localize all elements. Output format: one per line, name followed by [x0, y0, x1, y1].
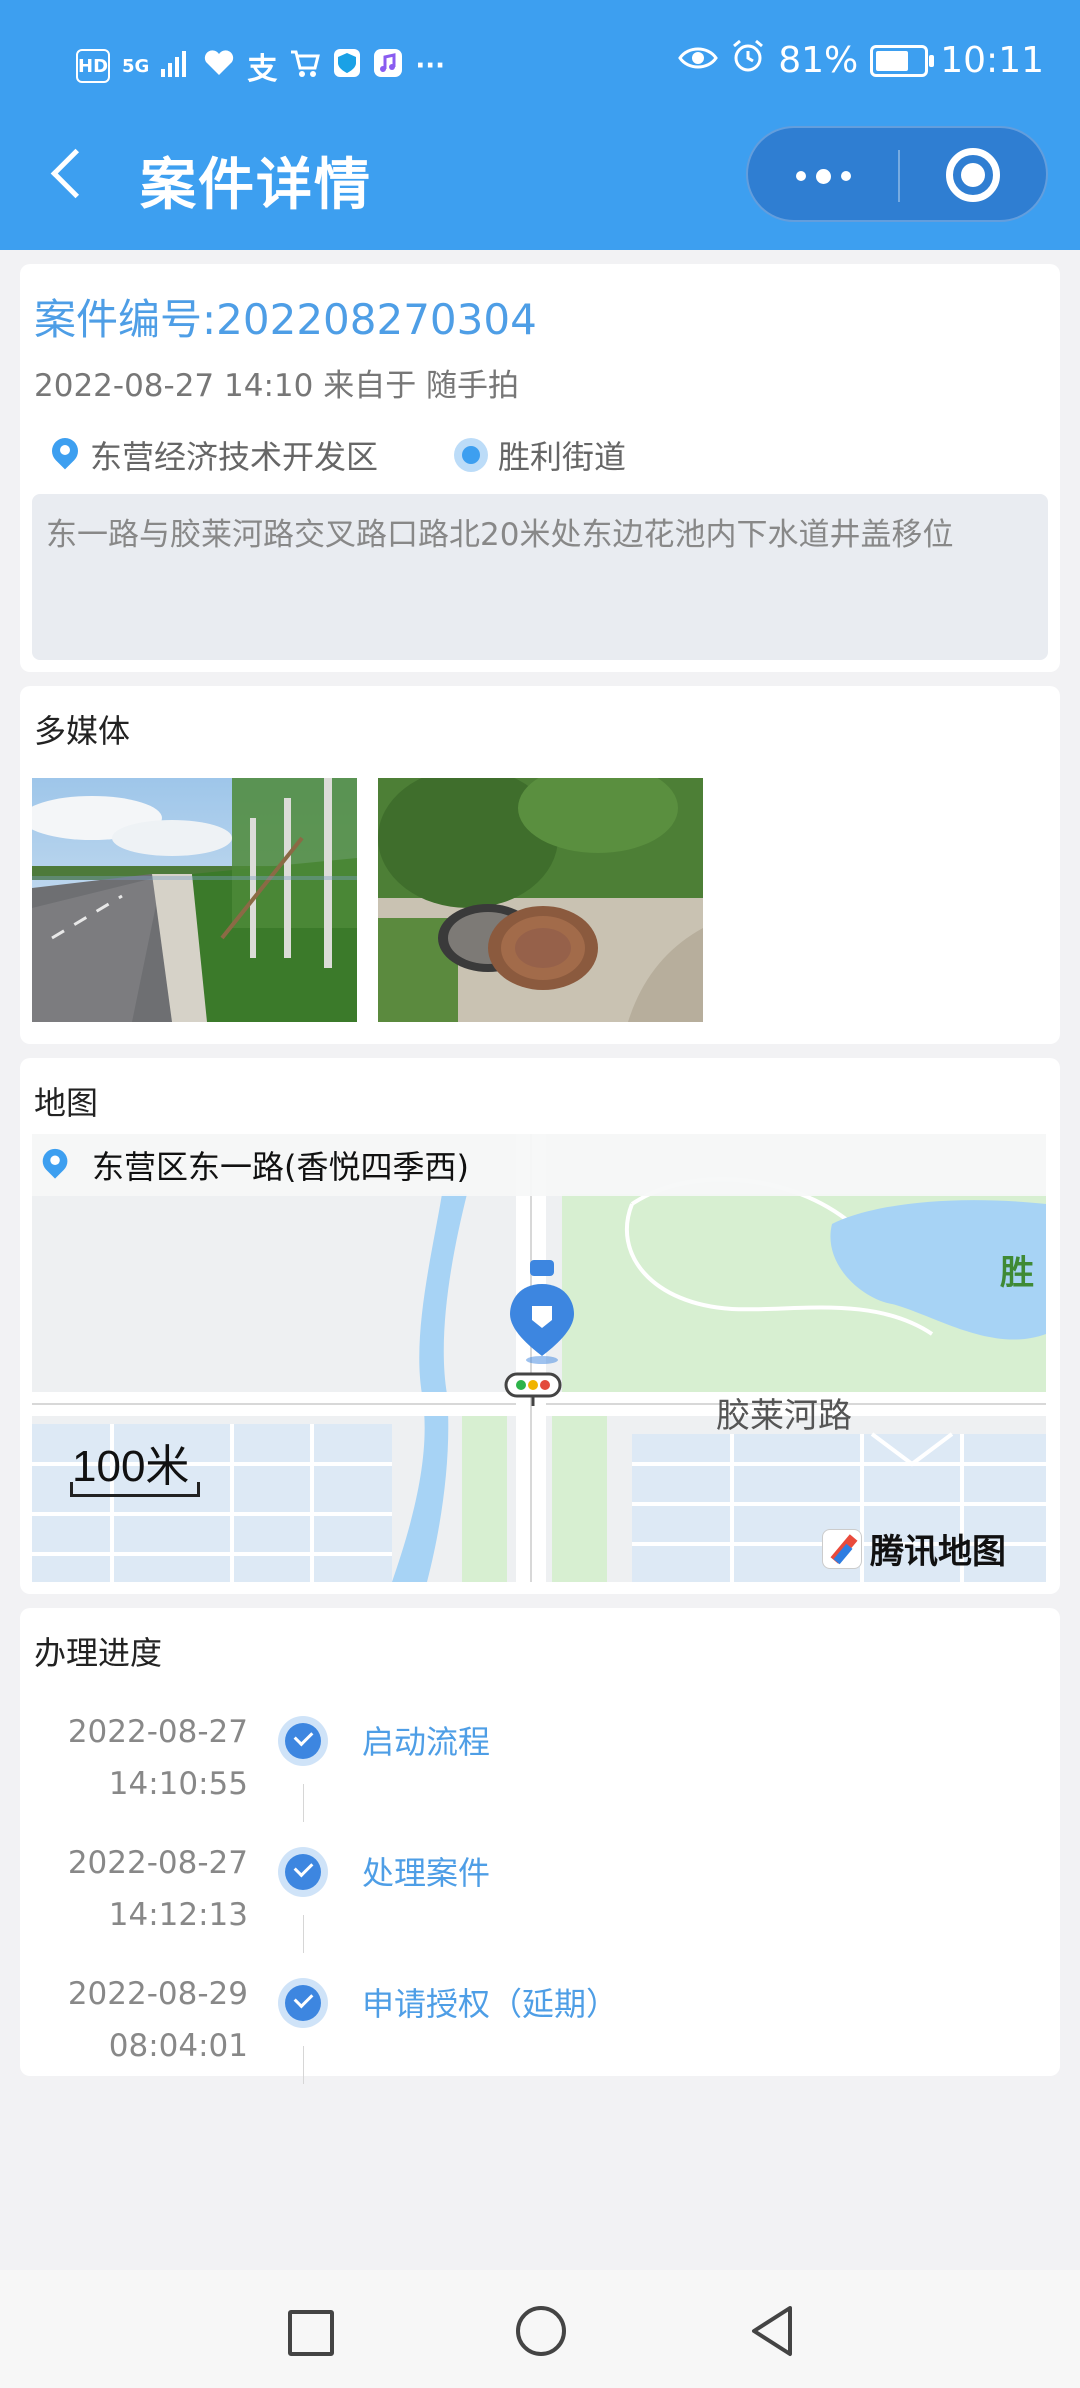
home-button[interactable]	[516, 2306, 566, 2356]
street-tag: 胜利街道	[454, 432, 626, 478]
media-card: 多媒体	[20, 686, 1060, 1044]
step-datetime: 2022-08-27 14:12:13	[68, 1837, 248, 1941]
map-provider-logo: 腾讯地图	[822, 1524, 1006, 1573]
case-meta: 2022-08-27 14:10 来自于 随手拍	[34, 368, 520, 404]
step-date: 2022-08-27	[67, 1845, 248, 1881]
dot-icon	[840, 171, 851, 181]
more-options-button[interactable]	[748, 128, 898, 224]
case-number: 案件编号:202208270304	[34, 295, 537, 344]
step-label[interactable]: 申请授权（延期）	[362, 1978, 618, 2030]
tencent-map-icon	[822, 1528, 862, 1569]
status-bar: HD 5G 支 ··· 81% 10:11	[0, 0, 1080, 130]
map-poi-label: 胜	[1000, 1253, 1034, 1293]
check-circle-icon	[278, 1978, 328, 2028]
district-name: 东营经济技术开发区	[90, 438, 379, 476]
recent-apps-button[interactable]	[288, 2310, 334, 2356]
step-time: 14:10:55	[108, 1766, 248, 1802]
map-title: 地图	[34, 1084, 99, 1122]
back-button[interactable]	[40, 138, 100, 208]
battery-level	[876, 50, 909, 71]
app-header: HD 5G 支 ··· 81% 10:11 案件详情	[0, 0, 1080, 250]
dot-icon	[815, 168, 831, 184]
step-datetime: 2022-08-27 14:10:55	[68, 1706, 248, 1810]
alarm-icon	[730, 38, 766, 83]
timeline-connector	[303, 1915, 304, 1953]
hd-icon: HD	[76, 49, 111, 83]
miniprogram-capsule	[746, 126, 1048, 222]
map-address-bar: 东营区东一路(香悦四季西)	[32, 1134, 1046, 1196]
step-time: 08:04:01	[108, 2028, 248, 2064]
map-address: 东营区东一路(香悦四季西)	[92, 1148, 469, 1186]
district-tag: 东营经济技术开发区	[52, 432, 378, 478]
system-nav-bar	[0, 2270, 1080, 2388]
map-view[interactable]: 胜 东营区东一路(香悦四季西) 胶莱河路 100米 腾讯地图	[32, 1134, 1046, 1582]
target-dot	[961, 163, 985, 187]
timeline-connector	[303, 1784, 304, 1822]
battery-percent: 81%	[778, 40, 859, 81]
timeline-step: 2022-08-29 08:04:01 申请授权（延期）	[20, 1968, 1060, 2098]
page-title: 案件详情	[140, 153, 372, 218]
step-label[interactable]: 启动流程	[362, 1716, 490, 1768]
road-label: 胶莱河路	[716, 1396, 852, 1436]
case-description: 东一路与胶莱河路交叉路口路北20米处东边花池内下水道井盖移位	[32, 494, 1048, 660]
timeline-connector	[303, 2046, 304, 2084]
location-target-icon	[454, 438, 488, 472]
location-pin-icon	[43, 1149, 70, 1181]
step-date: 2022-08-29	[67, 1976, 248, 2012]
progress-card: 办理进度 2022-08-27 14:10:55 启动流程 2022-08-27 1…	[20, 1608, 1060, 2084]
media-title: 多媒体	[34, 712, 131, 750]
shield-icon	[333, 48, 361, 85]
battery-icon	[870, 44, 935, 77]
map-provider-name: 腾讯地图	[870, 1532, 1006, 1572]
more-notifications-icon: ···	[415, 51, 445, 81]
location-pin-icon	[52, 438, 80, 472]
system-back-button[interactable]	[748, 2304, 798, 2358]
check-circle-icon	[278, 1847, 328, 1897]
clock: 10:11	[940, 40, 1044, 81]
eye-icon	[678, 40, 719, 81]
alipay-icon: 支	[247, 52, 278, 87]
step-datetime: 2022-08-29 08:04:01	[68, 1968, 248, 2072]
dot-icon	[795, 171, 806, 181]
map-card: 地图 胜 东营区东一路(香悦四季西) 胶莱河路 100米 腾讯地图	[20, 1058, 1060, 1594]
map-scale-bar	[70, 1482, 200, 1497]
heart-icon	[203, 49, 235, 84]
progress-title: 办理进度	[34, 1634, 163, 1672]
case-info-card: 案件编号:202208270304 2022-08-27 14:10 来自于 随…	[20, 264, 1060, 672]
manhole-photo[interactable]	[378, 778, 703, 1022]
step-label[interactable]: 处理案件	[362, 1847, 490, 1899]
check-circle-icon	[278, 1716, 328, 1766]
step-date: 2022-08-27	[67, 1714, 248, 1750]
road-photo[interactable]	[32, 778, 357, 1022]
status-left-icons: HD 5G 支 ···	[76, 44, 445, 88]
network-5g-icon: 5G	[122, 55, 150, 77]
timeline-step: 2022-08-27 14:10:55 启动流程	[20, 1706, 1060, 1836]
signal-icon	[161, 49, 191, 84]
cart-icon	[289, 48, 321, 85]
step-time: 14:12:13	[108, 1897, 248, 1933]
street-name: 胜利街道	[498, 438, 627, 476]
close-miniprogram-button[interactable]	[900, 128, 1046, 224]
timeline-step: 2022-08-27 14:12:13 处理案件	[20, 1837, 1060, 1967]
status-right: 81% 10:11	[678, 38, 1044, 83]
music-icon	[373, 48, 403, 85]
